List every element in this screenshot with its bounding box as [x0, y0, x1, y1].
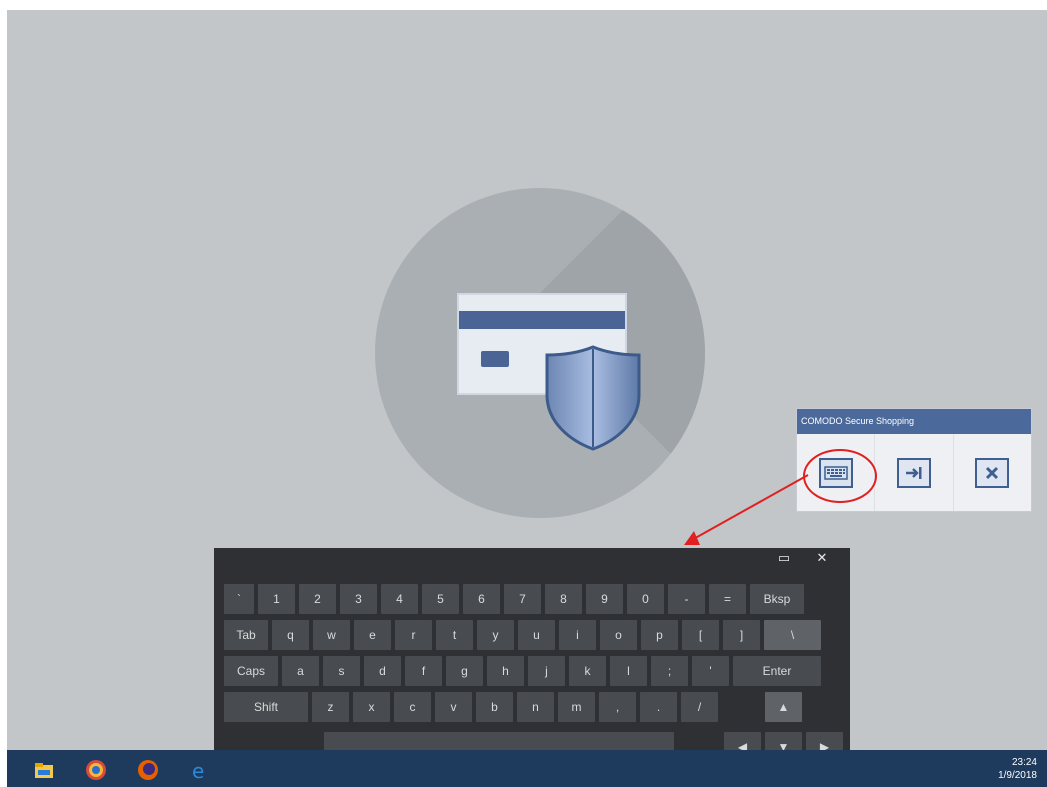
- edge-icon[interactable]: e: [189, 759, 211, 781]
- key[interactable]: .: [640, 692, 677, 722]
- key[interactable]: ': [692, 656, 729, 686]
- key[interactable]: a: [282, 656, 319, 686]
- key[interactable]: u: [518, 620, 555, 650]
- key[interactable]: c: [394, 692, 431, 722]
- key[interactable]: h: [487, 656, 524, 686]
- key[interactable]: n: [517, 692, 554, 722]
- key[interactable]: ]: [723, 620, 760, 650]
- key[interactable]: v: [435, 692, 472, 722]
- key[interactable]: b: [476, 692, 513, 722]
- key[interactable]: r: [395, 620, 432, 650]
- key[interactable]: ;: [651, 656, 688, 686]
- key[interactable]: y: [477, 620, 514, 650]
- exit-button[interactable]: [875, 434, 954, 511]
- key[interactable]: Caps: [224, 656, 278, 686]
- key[interactable]: 8: [545, 584, 582, 614]
- key[interactable]: e: [354, 620, 391, 650]
- key[interactable]: k: [569, 656, 606, 686]
- key[interactable]: 0: [627, 584, 664, 614]
- key[interactable]: Enter: [733, 656, 821, 686]
- close-x-icon: [975, 457, 1010, 488]
- key[interactable]: t: [436, 620, 473, 650]
- key[interactable]: /: [681, 692, 718, 722]
- key[interactable]: =: [709, 584, 746, 614]
- key[interactable]: Bksp: [750, 584, 804, 614]
- key[interactable]: ,: [599, 692, 636, 722]
- file-explorer-icon[interactable]: [33, 759, 55, 781]
- chrome-like-icon[interactable]: [85, 759, 107, 781]
- key[interactable]: 9: [586, 584, 623, 614]
- key[interactable]: o: [600, 620, 637, 650]
- key[interactable]: Shift: [224, 692, 308, 722]
- keyboard-close-button[interactable]: ✕: [810, 550, 834, 566]
- key[interactable]: g: [446, 656, 483, 686]
- highlight-circle: [803, 449, 877, 503]
- key[interactable]: s: [323, 656, 360, 686]
- key[interactable]: 3: [340, 584, 377, 614]
- card-stripe: [459, 311, 625, 329]
- keyboard-titlebar: ▭ ✕: [214, 548, 850, 568]
- clock-time: 23:24: [1011, 757, 1037, 768]
- widget-title: COMODO Secure Shopping: [797, 409, 1031, 434]
- shield-icon: [545, 345, 641, 451]
- secure-shopping-logo: [375, 188, 705, 518]
- key[interactable]: 2: [299, 584, 336, 614]
- system-clock[interactable]: 23:24 1/9/2018: [998, 756, 1037, 782]
- key[interactable]: 1: [258, 584, 295, 614]
- key[interactable]: 5: [422, 584, 459, 614]
- key[interactable]: d: [364, 656, 401, 686]
- key[interactable]: -: [668, 584, 705, 614]
- key[interactable]: m: [558, 692, 595, 722]
- key[interactable]: z: [312, 692, 349, 722]
- card-chip: [481, 351, 509, 367]
- close-button[interactable]: [954, 434, 1031, 511]
- key[interactable]: 7: [504, 584, 541, 614]
- key[interactable]: 4: [381, 584, 418, 614]
- taskbar: e 23:24 1/9/2018: [7, 750, 1047, 787]
- key[interactable]: \: [764, 620, 821, 650]
- key[interactable]: x: [353, 692, 390, 722]
- key[interactable]: `: [224, 584, 254, 614]
- key[interactable]: i: [559, 620, 596, 650]
- key[interactable]: j: [528, 656, 565, 686]
- svg-text:e: e: [192, 759, 204, 781]
- key[interactable]: ▲: [765, 692, 802, 722]
- key[interactable]: q: [272, 620, 309, 650]
- firefox-icon[interactable]: [137, 759, 159, 781]
- key[interactable]: [: [682, 620, 719, 650]
- key[interactable]: l: [610, 656, 647, 686]
- key[interactable]: 6: [463, 584, 500, 614]
- clock-date: 1/9/2018: [998, 770, 1037, 781]
- key[interactable]: w: [313, 620, 350, 650]
- key[interactable]: p: [641, 620, 678, 650]
- exit-arrow-icon: [896, 457, 931, 488]
- key[interactable]: f: [405, 656, 442, 686]
- key[interactable]: Tab: [224, 620, 268, 650]
- restore-button[interactable]: ▭: [772, 550, 796, 566]
